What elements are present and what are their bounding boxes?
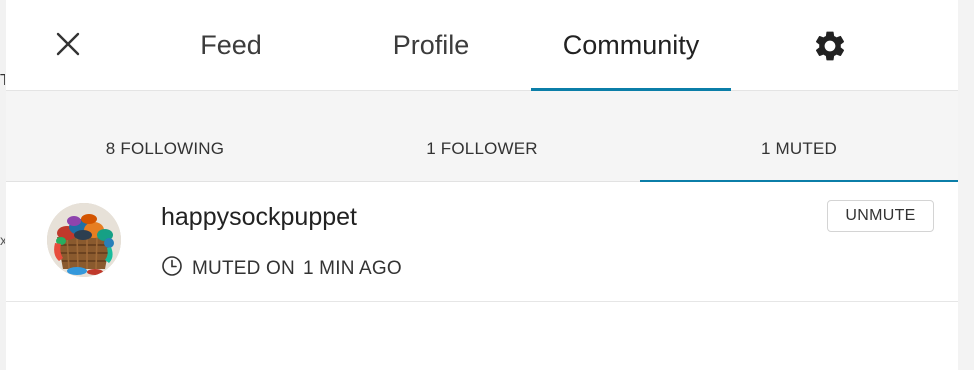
top-navigation: Feed Profile Community [6, 0, 958, 92]
background-text-fragment: T [0, 72, 5, 89]
tab-profile[interactable]: Profile [356, 0, 506, 90]
muted-time: 1 MIN AGO [302, 258, 402, 279]
basket-of-socks-avatar [47, 203, 121, 277]
settings-button[interactable] [812, 28, 848, 64]
muted-user-row: happysockpuppet MUTED ON 1 MIN AGO UNMUTE [6, 182, 958, 302]
tab-community[interactable]: Community [531, 0, 731, 92]
username[interactable]: happysockpuppet [161, 203, 357, 232]
close-button[interactable] [48, 26, 86, 64]
muted-prefix: MUTED ON [192, 258, 295, 279]
subtab-following[interactable]: 8 FOLLOWING [6, 91, 324, 181]
background-text-fragment: x [0, 232, 5, 248]
tab-feed[interactable]: Feed [156, 0, 306, 90]
gear-icon [815, 31, 845, 61]
user-avatar[interactable] [47, 203, 121, 277]
subtab-followers[interactable]: 1 FOLLOWER [323, 91, 641, 181]
community-overlay: T x Feed Profile Community 8 FOLLOWING 1… [0, 0, 974, 370]
clock-icon [162, 256, 182, 276]
unmute-button[interactable]: UNMUTE [827, 200, 934, 232]
right-scroll-edge [957, 0, 974, 370]
close-icon [56, 32, 80, 56]
community-panel: Feed Profile Community 8 FOLLOWING 1 FOL… [6, 0, 958, 370]
muted-timestamp: MUTED ON 1 MIN AGO [192, 258, 402, 280]
subtab-muted[interactable]: 1 MUTED [640, 91, 958, 184]
community-subtabs: 8 FOLLOWING 1 FOLLOWER 1 MUTED [6, 91, 958, 184]
